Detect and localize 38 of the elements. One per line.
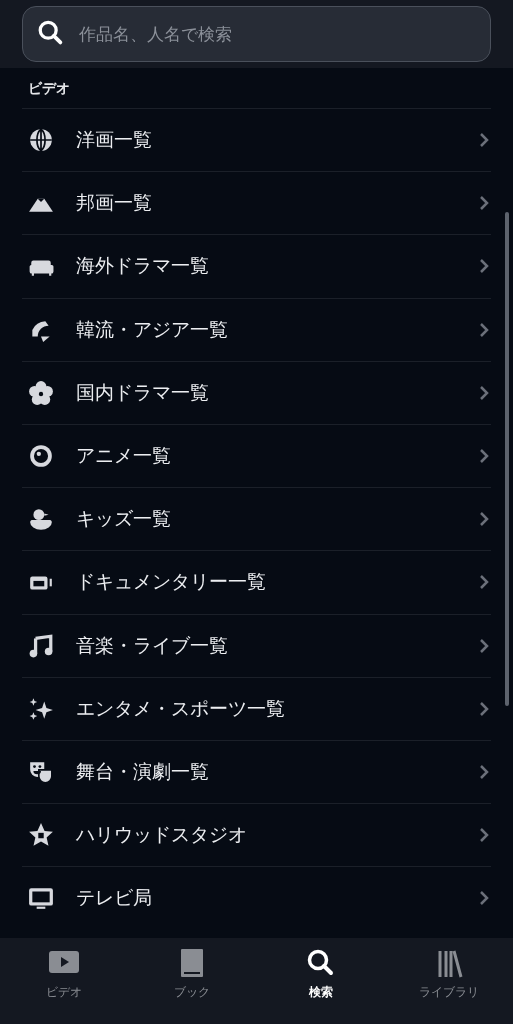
chevron-right-icon — [479, 258, 489, 275]
chevron-right-icon — [479, 448, 489, 465]
flower-icon — [28, 379, 54, 406]
section-title: ビデオ — [27, 79, 71, 98]
category-item[interactable]: 国内ドラマ一覧 — [22, 360, 491, 424]
chevron-right-icon — [479, 574, 489, 591]
category-item[interactable]: キッズ一覧 — [22, 487, 491, 551]
category-item[interactable]: 邦画一覧 — [22, 171, 491, 235]
globe-icon — [28, 127, 54, 154]
sparkle-icon — [28, 695, 54, 722]
chevron-right-icon — [479, 511, 489, 528]
category-item[interactable]: 音楽・ライブ一覧 — [22, 613, 491, 677]
nav-tab[interactable]: ブック — [128, 938, 257, 1024]
chevron-right-icon — [479, 827, 489, 844]
search-field[interactable]: 作品名、人名で検索 — [22, 6, 491, 62]
tv-icon — [28, 885, 54, 912]
nav-tab[interactable]: ライブラリ — [384, 938, 513, 1024]
category-item[interactable]: 韓流・アジア一覧 — [22, 297, 491, 361]
eye-icon — [28, 443, 54, 470]
chevron-right-icon — [479, 132, 489, 149]
chevron-right-icon — [479, 700, 489, 717]
category-item[interactable]: 洋画一覧 — [22, 108, 491, 172]
chevron-right-icon — [479, 321, 489, 338]
category-item[interactable]: 舞台・演劇一覧 — [22, 739, 491, 804]
chevron-right-icon — [479, 195, 489, 212]
chevron-right-icon — [479, 763, 489, 780]
chevron-right-icon — [479, 637, 489, 654]
nav-tab[interactable]: ビデオ — [0, 938, 129, 1024]
category-item[interactable]: テレビ局 — [22, 866, 491, 930]
category-item[interactable]: ハリウッドスタジオ — [22, 803, 491, 867]
category-item[interactable]: ドキュメンタリー一覧 — [22, 550, 491, 614]
category-item[interactable]: アニメ一覧 — [22, 423, 491, 488]
nav-tab[interactable]: 検索 — [256, 938, 385, 1024]
music-note-icon — [28, 632, 54, 659]
category-item[interactable]: 海外ドラマ一覧 — [22, 234, 491, 298]
chevron-right-icon — [479, 890, 489, 907]
chevron-right-icon — [479, 384, 489, 401]
category-item[interactable]: エンタメ・スポーツ一覧 — [22, 676, 491, 740]
